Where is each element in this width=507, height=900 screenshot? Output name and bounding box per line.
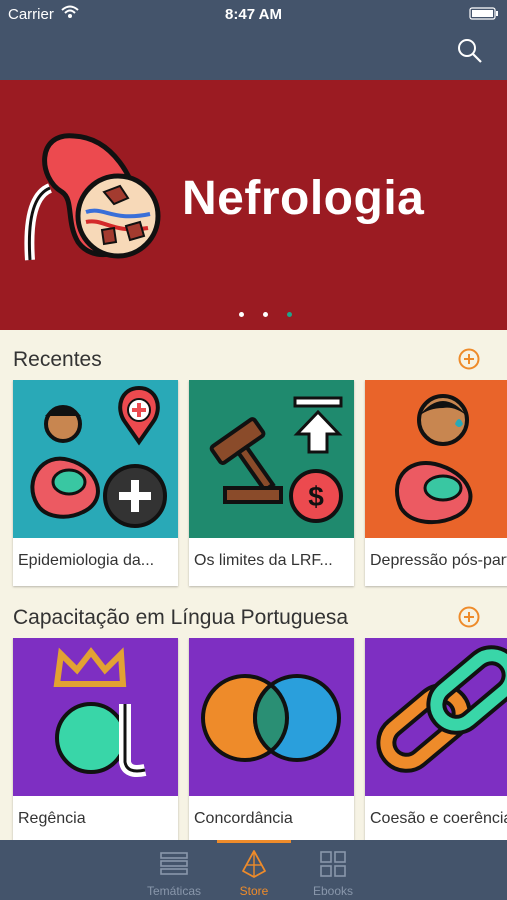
status-bar: Carrier 8:47 AM [0,0,507,28]
tab-label: Ebooks [312,884,354,898]
course-card[interactable]: Epidemiologia da... [13,380,178,586]
recentes-row[interactable]: Epidemiologia da... $ Os limites da LRF.… [0,380,507,590]
course-card[interactable]: Regência [13,638,178,844]
page-dot[interactable] [263,312,268,317]
venn-icon [189,638,354,796]
add-icon[interactable] [458,606,480,628]
grid-icon [320,851,346,877]
store-icon [242,850,266,878]
section-title-recentes: Recentes [13,348,102,371]
clock: 8:47 AM [225,6,282,23]
page-dot-active[interactable] [287,312,292,317]
add-icon[interactable] [458,348,480,370]
lingua-portuguesa-row[interactable]: Regência Concordância Coesão e coerência [0,638,507,848]
course-card-label: Os limites da LRF... [194,552,333,569]
course-card-label: Concordância [194,810,293,827]
course-card-label: Epidemiologia da... [18,552,155,569]
list-icon [160,852,188,875]
tab-bar: Temáticas Store Ebooks [0,840,507,900]
tab-active-indicator [217,840,291,843]
chain-link-icon [365,638,507,796]
course-card-label: Regência [18,810,86,827]
postpartum-icon [365,380,507,538]
crown-letter-icon [13,638,178,796]
course-card[interactable]: Coesão e coerência [365,638,507,844]
page-dot[interactable] [239,312,244,317]
nav-bar [0,28,507,80]
gavel-icon: $ [189,380,354,538]
section-title-lingua-portuguesa: Capacitação em Língua Portuguesa [13,606,349,629]
search-icon[interactable] [457,38,483,64]
course-card-label: Coesão e coerência [370,810,507,827]
banner-title: Nefrologia [182,172,425,225]
kidney-icon [24,133,161,261]
battery-icon [469,7,498,20]
mother-baby-icon [13,380,178,538]
course-card-label: Depressão pós-parto [370,552,507,569]
tab-ebooks[interactable]: Ebooks [283,840,383,900]
course-card[interactable]: $ Os limites da LRF... [189,380,354,586]
page-indicator[interactable] [0,312,507,320]
course-card[interactable]: Depressão pós-parto [365,380,507,586]
featured-banner[interactable]: Nefrologia [0,80,507,330]
course-card[interactable]: Concordância [189,638,354,844]
svg-text:$: $ [308,481,324,512]
